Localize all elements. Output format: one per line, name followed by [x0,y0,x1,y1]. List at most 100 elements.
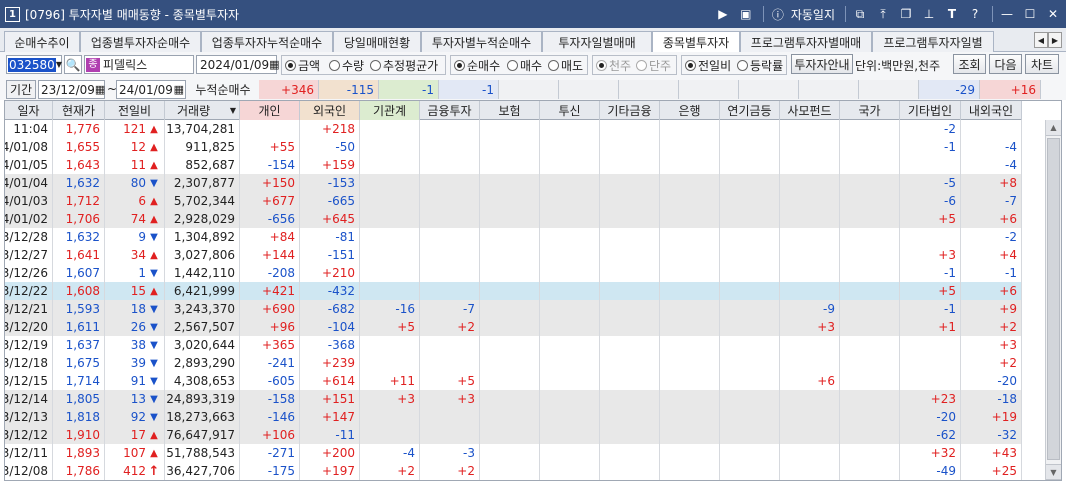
calendar-icon[interactable]: ▦ [95,83,106,96]
radio-prev-day[interactable]: 전일비 [685,56,731,74]
table-row[interactable]: 23/12/131,818 92 ▼ 18,273,663-146+147 -20+19 [5,408,1022,426]
price-cell: 1,593 [53,300,105,318]
investor-guide-button[interactable]: 투자자안내 [791,54,853,74]
tab-program-investor-trade[interactable]: 프로그램투자자별매매 [740,31,872,52]
col-trust-header[interactable]: 투신 [540,101,600,120]
col-institution-header[interactable]: 기관계 [360,101,420,120]
investor-value-cell [780,354,840,372]
play-icon[interactable]: ▶ [713,4,733,24]
col-private-fund-header[interactable]: 사모펀드 [780,101,840,120]
table-row[interactable]: 24/01/081,655 12 ▲ 911,825+55-50 -1-4 [5,138,1022,156]
table-row[interactable]: 24/01/041,632 80 ▼ 2,307,877+150-153 -5+8 [5,174,1022,192]
calendar-icon[interactable]: ▦ [269,58,281,71]
close-icon[interactable]: ✕ [1043,4,1063,24]
info-icon[interactable]: ⓘ [768,4,788,24]
radio-amount[interactable]: 금액 [285,56,320,74]
radio-single[interactable]: 단주 [636,56,671,74]
col-domestic-foreign-header[interactable]: 내외국인 [961,101,1022,120]
col-bank-header[interactable]: 은행 [660,101,720,120]
table-row[interactable]: 24/01/031,7126▲5,702,344+677-665-6-7 [5,192,1022,210]
period-from-input[interactable]: 23/12/09 ▦ [38,80,105,99]
tab-investor-cum-net[interactable]: 투자자별누적순매수 [421,31,542,52]
stock-name-field[interactable]: 종 피델릭스 [84,55,194,74]
col-nation-header[interactable]: 국가 [840,101,900,120]
col-price-header[interactable]: 현재가 [53,101,105,120]
table-row[interactable]: 11:04 1,776 121 ▲ 13,704,281 +218 -2 [5,120,1022,138]
down-arrow-icon: ▼ [150,339,158,351]
table-row[interactable]: 23/12/271,641 34 ▲ 3,027,806+144-151 +3+4 [5,246,1022,264]
table-row[interactable]: 23/12/121,910 17 ▲ 76,647,917+106-11 -62-32 [5,426,1022,444]
col-volume-header[interactable]: 거래량 ▼ [165,101,240,120]
calendar-icon[interactable]: ▦ [174,83,185,96]
upload-icon[interactable]: ⤒ [873,4,893,24]
table-row[interactable]: 23/12/211,593 18 ▼ 3,243,370+690-682-16-7 -9… [5,300,1022,318]
date-input[interactable]: 2024/01/09 ▦ [196,55,280,74]
tab-prev-icon[interactable]: ◀ [1034,32,1048,48]
radio-quantity[interactable]: 수량 [329,56,364,74]
col-change-header[interactable]: 전일비 [105,101,165,120]
sort-desc-icon[interactable]: ▼ [230,106,236,115]
radio-thousand[interactable]: 천주 [596,56,631,74]
radio-buy[interactable]: 매수 [507,56,542,74]
date-cell: 23/12/14 [5,390,53,408]
scroll-thumb[interactable] [1047,138,1060,460]
tab-stock-investor[interactable]: 종목별투자자 [652,31,740,53]
volume-cell: 3,243,370 [165,300,240,318]
link-icon[interactable]: ⧉ [850,4,870,24]
tab-next-icon[interactable]: ▶ [1048,32,1062,48]
table-row[interactable]: 24/01/051,643 11 ▲ 852,687-154+159 -4 [5,156,1022,174]
table-row[interactable]: 23/12/111,893 107 ▲ 51,788,543-271+200-4-3 +… [5,444,1022,462]
radio-change-rate[interactable]: 등락률 [737,56,783,74]
chart-button[interactable]: 차트 [1025,54,1059,74]
col-other-corp-header[interactable]: 기타법인 [900,101,961,120]
col-other-fin-header[interactable]: 기타금융 [600,101,660,120]
radio-avg-price[interactable]: 추정평균가 [370,56,438,74]
col-foreign-header[interactable]: 외국인 [300,101,360,120]
table-row[interactable]: 23/12/221,608 15 ▲ 6,421,999+421-432 +5+6 [5,282,1022,300]
pin-icon[interactable]: ⊥ [919,4,939,24]
next-button[interactable]: 다음 [989,54,1022,74]
scroll-up-icon[interactable]: ▲ [1046,120,1061,136]
table-row[interactable]: 23/12/151,714 91 ▼ 4,308,653-605+614+11+5 +6… [5,372,1022,390]
col-individual-header[interactable]: 개인 [240,101,300,120]
maximize-icon[interactable]: ☐ [1020,4,1040,24]
table-row[interactable]: 23/12/081,786412↑36,427,706-175+197+2+2-… [5,462,1022,480]
col-pension-header[interactable]: 연기금등 [720,101,780,120]
table-row[interactable]: 23/12/191,637 38 ▼ 3,020,644+365-368 +3 [5,336,1022,354]
col-fin-invest-header[interactable]: 금융투자 [420,101,480,120]
period-to-input[interactable]: 24/01/09 ▦ [116,80,186,99]
tab-industry-investor-cum[interactable]: 업종투자자누적순매수 [201,31,333,52]
search-icon[interactable]: 🔍 [64,55,82,74]
help-icon[interactable]: ? [965,4,985,24]
search-button[interactable]: 조회 [953,54,986,74]
scroll-down-icon[interactable]: ▼ [1046,464,1061,480]
stock-code-input[interactable]: 032580 ▼ [6,55,62,74]
table-row[interactable]: 23/12/201,61126▼2,567,507+96-104+5+2+3+1… [5,318,1022,336]
tab-investor-daily[interactable]: 투자자일별매매 [542,31,652,52]
tab-daily-trade[interactable]: 당일매매현황 [333,31,421,52]
tab-program-investor-daily[interactable]: 프로그램투자자일별 [872,31,994,52]
col-insurance-header[interactable]: 보험 [480,101,540,120]
radio-sell[interactable]: 매도 [548,56,583,74]
investor-value-cell: +365 [240,336,300,354]
copy-icon[interactable]: ❐ [896,4,916,24]
investor-value-cell: -1 [900,138,961,156]
table-row[interactable]: 23/12/281,6329▼1,304,892+84-81-2 [5,228,1022,246]
investor-value-cell [600,390,660,408]
tab-industry-investor-net[interactable]: 업종별투자자순매수 [80,31,201,52]
autolog-link[interactable]: 자동일지 [791,6,835,23]
tab-net-buy-trend[interactable]: 순매수추이 [4,31,80,52]
screen-icon[interactable]: ▣ [736,4,756,24]
chevron-down-icon[interactable]: ▼ [56,60,64,69]
col-date-header[interactable]: 일자 [5,101,53,120]
table-row[interactable]: 24/01/021,706 74 ▲ 2,928,029-656+645 +5+6 [5,210,1022,228]
radio-net-buy[interactable]: 순매수 [454,56,500,74]
font-icon[interactable]: T [942,4,962,24]
vertical-scrollbar[interactable]: ▲ ▼ [1045,120,1061,480]
table-row[interactable]: 23/12/141,80513▼24,893,319-158+151+3+3+2… [5,390,1022,408]
table-row[interactable]: 23/12/261,6071▼1,442,110-208+210-1-1 [5,264,1022,282]
table-row[interactable]: 23/12/181,675 39 ▼ 2,893,290-241+239 +2 [5,354,1022,372]
investor-value-cell [420,282,480,300]
investor-value-cell [840,408,900,426]
minimize-icon[interactable]: — [997,4,1017,24]
